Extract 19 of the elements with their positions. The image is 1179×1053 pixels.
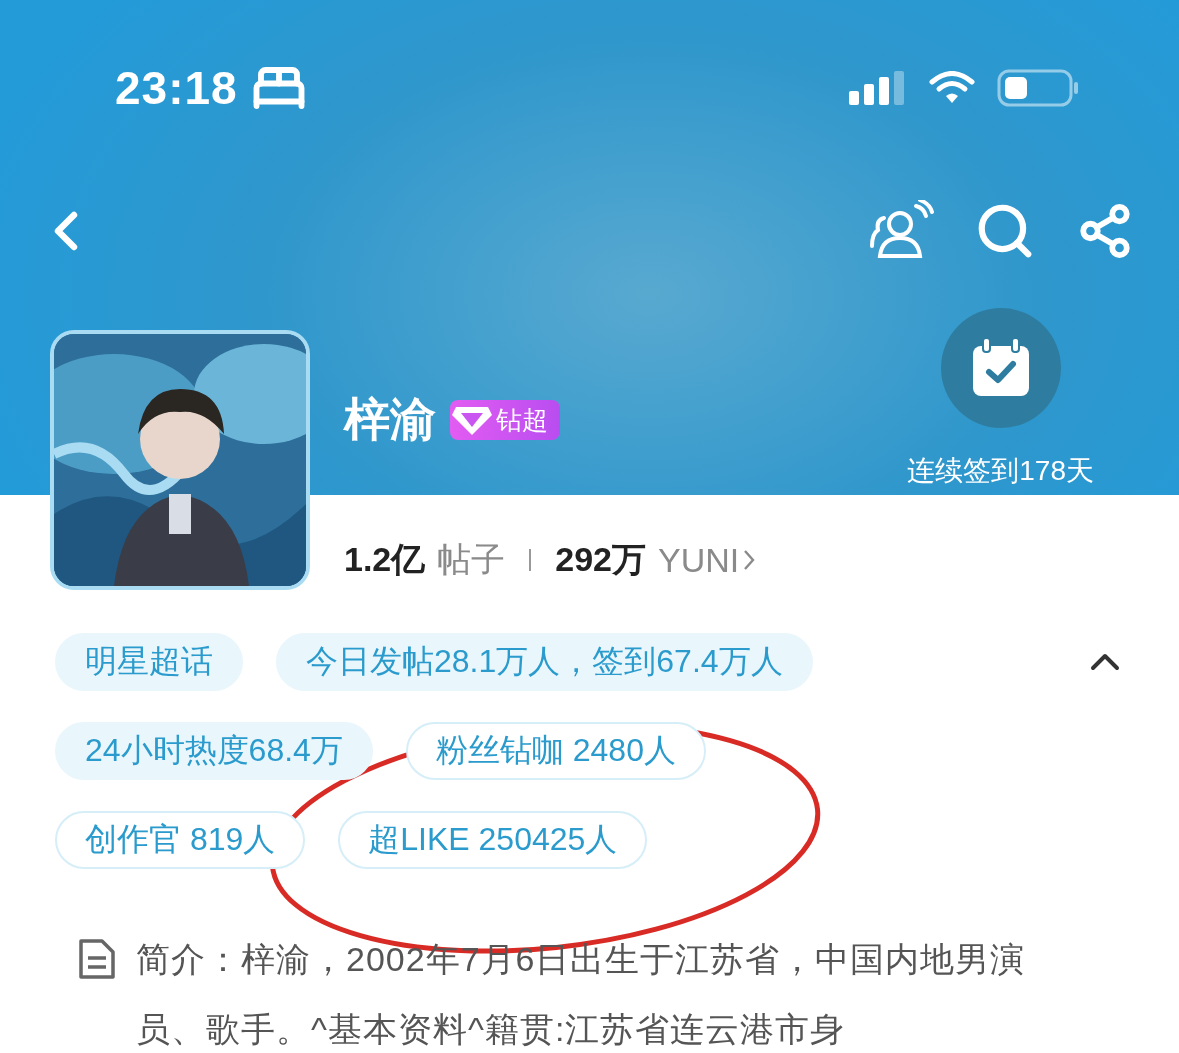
tag-chip[interactable]: 粉丝钻咖 2480人 (405, 722, 706, 780)
battery-icon (997, 69, 1079, 107)
stat-count: 1.2亿 (344, 539, 426, 580)
document-icon (78, 938, 116, 980)
tag-chip[interactable]: 超LIKE 250425人 (338, 811, 648, 869)
chevron-right-icon (743, 549, 756, 571)
wifi-icon (929, 71, 975, 105)
stat-count: 292万 (555, 539, 646, 580)
tag-chip[interactable]: 明星超话 (55, 633, 243, 691)
level-badge: 钻超 (450, 400, 560, 440)
checkin-streak: 连续签到178天 (907, 454, 1094, 488)
topic-name: 梓渝 (344, 392, 436, 447)
status-time: 23:18 (115, 61, 238, 115)
tag-chip[interactable]: 24小时热度68.4万 (55, 722, 373, 780)
stat-unit[interactable]: YUNI (658, 540, 756, 580)
tag-chip[interactable]: 创作官 819人 (55, 811, 306, 869)
stat-unit: 帖子 (437, 539, 506, 580)
tag-chip[interactable]: 今日发帖28.1万人，签到67.4万人 (276, 633, 813, 691)
signal-icon (849, 71, 907, 105)
